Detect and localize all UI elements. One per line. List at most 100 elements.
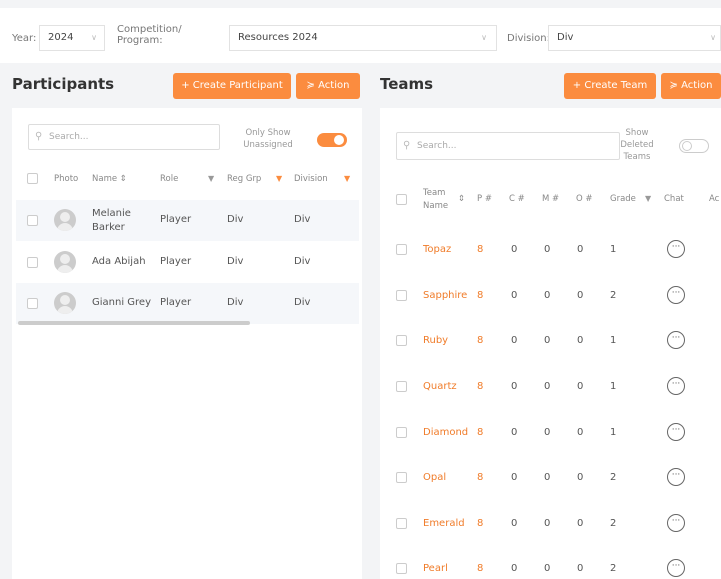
teams-action-button[interactable]: ≽ Action — [661, 73, 721, 99]
team-c-count: 0 — [511, 244, 518, 255]
team-row[interactable]: Opal 8 0 0 0 2 ··· — [380, 455, 721, 501]
participant-row[interactable]: Melanie Barker Player Div Div — [16, 200, 359, 241]
team-o-count: 0 — [577, 563, 584, 574]
team-p-count[interactable]: 8 — [477, 472, 483, 483]
row-checkbox[interactable] — [27, 298, 38, 309]
row-checkbox[interactable] — [396, 427, 407, 438]
team-p-count[interactable]: 8 — [477, 563, 483, 574]
role-header: Role — [160, 174, 179, 184]
participant-reg-grp: Div — [227, 256, 244, 267]
row-checkbox[interactable] — [396, 290, 407, 301]
team-p-count[interactable]: 8 — [477, 335, 483, 346]
team-name-link[interactable]: Emerald — [423, 518, 465, 529]
filter-icon[interactable]: ▼ — [645, 194, 651, 203]
team-p-count[interactable]: 8 — [477, 381, 483, 392]
row-checkbox[interactable] — [396, 244, 407, 255]
teams-search-input[interactable]: ⚲ Search... — [396, 132, 620, 160]
chat-bubble-icon[interactable]: ··· — [667, 423, 685, 441]
chat-bubble-icon[interactable]: ··· — [667, 331, 685, 349]
division-header: Division — [294, 174, 328, 184]
avatar-placeholder-icon — [54, 292, 76, 314]
team-grade: 1 — [610, 244, 617, 255]
participant-row[interactable]: Gianni Grey Player Div Div — [16, 283, 359, 324]
create-participant-button[interactable]: + Create Participant — [173, 73, 291, 99]
team-m-count: 0 — [544, 472, 551, 483]
sort-icon[interactable]: ⇕ — [458, 194, 465, 204]
row-checkbox[interactable] — [396, 518, 407, 529]
chat-bubble-icon[interactable]: ··· — [667, 559, 685, 577]
name-header[interactable]: Name ⇕ — [92, 174, 127, 184]
filter-icon[interactable]: ▼ — [276, 174, 282, 183]
team-c-count: 0 — [511, 290, 518, 301]
row-checkbox[interactable] — [396, 335, 407, 346]
team-name-link[interactable]: Sapphire — [423, 290, 467, 301]
row-checkbox[interactable] — [396, 381, 407, 392]
filter-bar: Year: 2024 ∨ Competition/Program: Resour… — [0, 8, 721, 63]
team-name-link[interactable]: Diamond — [423, 427, 468, 438]
row-checkbox[interactable] — [27, 257, 38, 268]
team-row[interactable]: Sapphire 8 0 0 0 2 ··· — [380, 273, 721, 319]
chat-bubble-icon[interactable]: ··· — [667, 377, 685, 395]
row-checkbox[interactable] — [396, 563, 407, 574]
year-select[interactable]: 2024 ∨ — [39, 25, 105, 51]
row-checkbox[interactable] — [396, 472, 407, 483]
c-count-header: C # — [509, 194, 525, 204]
team-row[interactable]: Diamond 8 0 0 0 1 ··· — [380, 410, 721, 456]
row-checkbox[interactable] — [27, 215, 38, 226]
participants-search-placeholder: Search... — [49, 132, 89, 142]
chat-bubble-icon[interactable]: ··· — [667, 468, 685, 486]
division-label: Division: — [507, 33, 550, 44]
year-label: Year: — [12, 33, 37, 44]
filter-icon[interactable]: ▼ — [344, 174, 350, 183]
photo-header: Photo — [54, 174, 79, 184]
team-o-count: 0 — [577, 244, 584, 255]
chat-bubble-icon[interactable]: ··· — [667, 286, 685, 304]
avatar-placeholder-icon — [54, 251, 76, 273]
team-p-count[interactable]: 8 — [477, 518, 483, 529]
team-name-link[interactable]: Topaz — [423, 244, 451, 255]
participant-name: Melanie Barker — [92, 208, 131, 233]
grade-header: Grade — [610, 194, 636, 204]
team-name-link[interactable]: Opal — [423, 472, 446, 483]
show-deleted-teams-label: Show Deleted Teams — [620, 128, 654, 162]
team-p-count[interactable]: 8 — [477, 290, 483, 301]
team-c-count: 0 — [511, 381, 518, 392]
team-p-count[interactable]: 8 — [477, 244, 483, 255]
select-all-teams-checkbox[interactable] — [396, 194, 407, 205]
competition-value: Resources 2024 — [238, 32, 318, 43]
competition-select[interactable]: Resources 2024 ∨ — [229, 25, 497, 51]
filter-icon[interactable]: ▼ — [208, 174, 214, 183]
team-name-link[interactable]: Quartz — [423, 381, 457, 392]
show-deleted-teams-toggle[interactable] — [679, 139, 709, 153]
team-c-count: 0 — [511, 518, 518, 529]
team-row[interactable]: Ruby 8 0 0 0 1 ··· — [380, 318, 721, 364]
team-grade: 1 — [610, 335, 617, 346]
only-unassigned-toggle[interactable] — [317, 133, 347, 147]
participants-action-button[interactable]: ≽ Action — [296, 73, 360, 99]
team-name-link[interactable]: Ruby — [423, 335, 448, 346]
team-m-count: 0 — [544, 381, 551, 392]
only-unassigned-label: Only Show Unassigned — [243, 128, 293, 150]
year-value: 2024 — [48, 32, 74, 43]
team-p-count[interactable]: 8 — [477, 427, 483, 438]
division-select[interactable]: Div ∨ — [548, 25, 721, 51]
team-row[interactable]: Topaz 8 0 0 0 1 ··· — [380, 227, 721, 273]
participant-division: Div — [294, 214, 311, 225]
select-all-participants-checkbox[interactable] — [27, 173, 38, 184]
team-name-header[interactable]: Team Name — [423, 187, 448, 213]
team-c-count: 0 — [511, 472, 518, 483]
horizontal-scrollbar[interactable] — [18, 321, 250, 325]
participant-role: Player — [160, 297, 192, 308]
team-o-count: 0 — [577, 290, 584, 301]
create-team-button[interactable]: + Create Team — [564, 73, 656, 99]
team-row[interactable]: Pearl 8 0 0 0 2 ··· — [380, 546, 721, 579]
chat-bubble-icon[interactable]: ··· — [667, 240, 685, 258]
chat-bubble-icon[interactable]: ··· — [667, 514, 685, 532]
participants-search-input[interactable]: ⚲ Search... — [28, 124, 220, 150]
participant-row[interactable]: Ada Abijah Player Div Div — [16, 242, 359, 283]
chevron-down-icon: ∨ — [481, 33, 487, 42]
team-name-link[interactable]: Pearl — [423, 563, 448, 574]
team-row[interactable]: Quartz 8 0 0 0 1 ··· — [380, 364, 721, 410]
chat-header: Chat — [664, 194, 684, 204]
team-row[interactable]: Emerald 8 0 0 0 2 ··· — [380, 501, 721, 547]
